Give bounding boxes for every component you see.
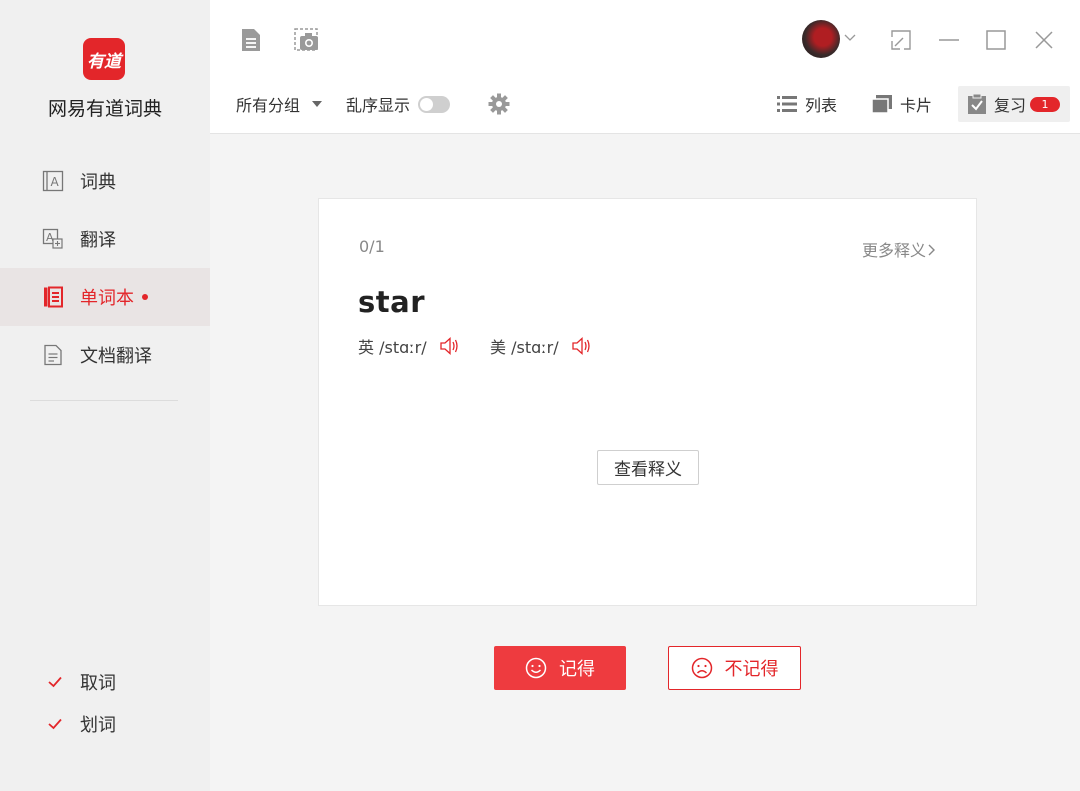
sidebar-item-dictionary[interactable]: A 词典 [0,152,210,210]
forget-label: 不记得 [724,659,779,680]
us-pronunciation: 美 /stɑːr/ [490,334,591,358]
sidebar-item-wordbook[interactable]: 单词本 [0,268,210,326]
view-review-label: 复习 [994,96,1027,115]
gear-icon[interactable] [488,93,510,115]
sidebar-item-label: 文档翻译 [80,346,152,367]
progress-counter: 0/1 [359,237,385,256]
maximize-icon[interactable] [986,30,1006,50]
sidebar-item-document-translate[interactable]: 文档翻译 [0,326,210,384]
sidebar-item-label: 词典 [80,172,116,193]
forget-button[interactable]: 不记得 [668,646,801,690]
flashcard: 0/1 更多释义 star 英 /stɑːr/ 美 /stɑːr/ 查看释义 [318,198,977,606]
document-icon[interactable] [240,28,262,52]
close-icon[interactable] [1034,30,1054,50]
clipboard-check-icon [968,94,986,114]
speaker-icon[interactable] [571,337,591,355]
notification-dot [142,294,148,300]
mini-mode-icon[interactable] [891,30,911,50]
translate-icon: A [42,228,64,250]
checkbox-select-word[interactable]: 划词 [46,711,116,737]
chevron-right-icon [928,241,936,260]
more-definitions-label: 更多释义 [861,241,926,260]
check-icon [46,715,64,733]
avatar[interactable] [802,20,840,58]
card-icon [872,95,892,113]
top-bar: 所有分组 乱序显示 列表 卡片 复习 1 [210,0,1080,134]
view-list-button[interactable]: 列表 [767,86,847,122]
remember-label: 记得 [559,659,595,680]
view-card-button[interactable]: 卡片 [862,86,942,122]
checkbox-label: 取词 [80,673,116,694]
view-definition-button[interactable]: 查看释义 [597,450,699,485]
view-card-label: 卡片 [900,96,933,115]
screenshot-icon[interactable] [294,28,320,52]
checkbox-label: 划词 [80,715,116,736]
app-name: 网易有道词典 [47,98,162,120]
speaker-icon[interactable] [439,337,459,355]
smile-icon [525,657,547,679]
sidebar-divider [30,400,178,401]
toggle-switch[interactable] [418,95,451,113]
sidebar: 有道 网易有道词典 A 词典 A 翻译 单词本 文档翻译 取词 划词 [0,0,210,791]
minimize-icon[interactable] [938,30,960,50]
checkbox-pick-word[interactable]: 取词 [46,669,116,695]
sidebar-item-translate[interactable]: A 翻译 [0,210,210,268]
svg-text:A: A [51,175,60,189]
word-headword: star [358,285,425,319]
wordbook-icon [42,286,64,308]
document-icon [42,344,64,366]
sidebar-item-label: 单词本 [80,288,134,309]
us-phonetic-text: 美 /stɑːr/ [490,338,559,357]
dictionary-icon: A [42,170,64,192]
remember-button[interactable]: 记得 [494,646,626,690]
shuffle-toggle[interactable]: 乱序显示 [346,88,451,120]
group-select-label: 所有分组 [236,96,301,115]
group-select[interactable]: 所有分组 [236,88,323,120]
view-review-button[interactable]: 复习 1 [958,86,1071,122]
app-logo: 有道 [83,38,125,80]
uk-pronunciation: 英 /stɑːr/ [358,334,459,358]
more-definitions-link[interactable]: 更多释义 [862,237,936,261]
view-list-label: 列表 [805,96,838,115]
list-icon [777,95,797,113]
check-icon [46,673,64,691]
sidebar-item-label: 翻译 [80,230,116,251]
uk-phonetic-text: 英 /stɑːr/ [358,338,427,357]
frown-icon [691,657,712,679]
review-count-badge: 1 [1030,96,1061,112]
chevron-down-icon[interactable] [844,32,856,42]
shuffle-label: 乱序显示 [346,96,411,115]
caret-down-icon [312,101,323,107]
